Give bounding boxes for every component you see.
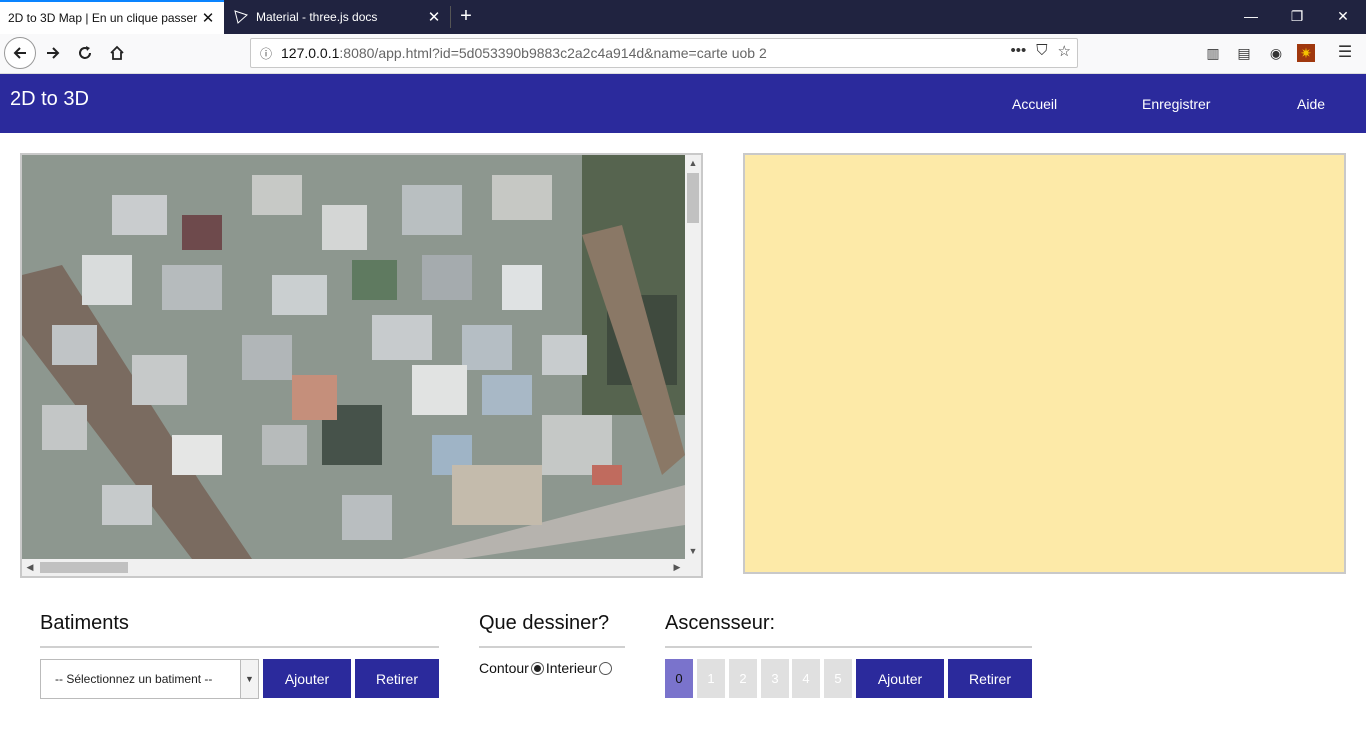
map-panel: ▲ ▼ ◀ ▶: [20, 153, 703, 578]
map-vertical-scrollbar[interactable]: ▲ ▼: [685, 155, 701, 559]
library-icon[interactable]: ▥: [1202, 42, 1224, 64]
app-brand[interactable]: 2D to 3D: [10, 88, 89, 111]
home-icon[interactable]: [102, 38, 132, 68]
ascenseur-divider: [665, 646, 1032, 648]
scroll-corner: [685, 559, 701, 576]
close-window-icon[interactable]: ✕: [1320, 0, 1366, 34]
scroll-left-icon[interactable]: ◀: [22, 559, 38, 576]
tab-title: 2D to 3D Map | En un clique passer: [8, 11, 198, 25]
pocket-icon[interactable]: ⛉: [1036, 42, 1047, 60]
scroll-down-icon[interactable]: ▼: [685, 543, 701, 559]
close-tab-icon[interactable]: ✕: [426, 8, 442, 26]
site-info-icon[interactable]: ⓘ: [251, 45, 281, 62]
nav-aide[interactable]: Aide: [1297, 96, 1325, 112]
add-floor-button[interactable]: Ajouter: [856, 659, 944, 698]
scroll-up-icon[interactable]: ▲: [685, 155, 701, 171]
dessin-options: Contour Interieur: [479, 660, 614, 676]
floor-button-1[interactable]: 1: [697, 659, 725, 698]
dessin-title: Que dessiner?: [479, 612, 610, 634]
interieur-label: Interieur: [545, 660, 598, 676]
tab-title: Material - three.js docs: [256, 10, 378, 24]
dessin-divider: [479, 646, 625, 648]
browser-tab-threejs[interactable]: Material - three.js docs ✕: [226, 0, 450, 34]
url-path: :8080/app.html?id=5d053390b9883c2a2c4a91…: [339, 45, 767, 61]
browser-tab-strip: 2D to 3D Map | En un clique passer ✕ Mat…: [0, 0, 1366, 34]
floor-button-3[interactable]: 3: [761, 659, 789, 698]
remove-batiment-button[interactable]: Retirer: [355, 659, 439, 698]
add-batiment-button[interactable]: Ajouter: [263, 659, 351, 698]
satellite-map-image[interactable]: [22, 155, 685, 559]
interieur-radio[interactable]: [599, 661, 613, 675]
3d-viewer-canvas[interactable]: [743, 153, 1346, 574]
batiment-select[interactable]: -- Sélectionnez un batiment -- ▼: [40, 659, 259, 699]
browser-navigation-bar: ⓘ 127.0.0.1:8080/app.html?id=5d053390b98…: [0, 34, 1366, 74]
scrollbar-thumb[interactable]: [40, 562, 128, 573]
browser-tab-active[interactable]: 2D to 3D Map | En un clique passer ✕: [0, 0, 224, 34]
remove-floor-button[interactable]: Retirer: [948, 659, 1032, 698]
app-header: 2D to 3D Accueil Enregistrer Aide: [0, 74, 1366, 133]
contour-label: Contour: [479, 660, 529, 676]
minimize-icon[interactable]: —: [1228, 0, 1274, 34]
scrollbar-thumb[interactable]: [687, 173, 699, 223]
floor-button-2[interactable]: 2: [729, 659, 757, 698]
ascenseur-title: Ascensseur:: [665, 612, 776, 634]
new-tab-icon[interactable]: +: [455, 4, 477, 30]
sidebar-icon[interactable]: ▤: [1233, 42, 1255, 64]
bookmark-star-icon[interactable]: ☆: [1058, 42, 1071, 60]
threejs-favicon-icon: [234, 10, 248, 24]
forward-arrow-icon[interactable]: [38, 38, 68, 68]
contour-radio[interactable]: [530, 661, 544, 675]
floor-button-0[interactable]: 0: [665, 659, 693, 698]
tab-separator: [450, 6, 451, 28]
hamburger-menu-icon[interactable]: ☰: [1334, 42, 1356, 64]
map-horizontal-scrollbar[interactable]: ◀ ▶: [22, 559, 685, 576]
batiment-select-value: -- Sélectionnez un batiment --: [55, 672, 213, 686]
floor-button-4[interactable]: 4: [792, 659, 820, 698]
url-host: 127.0.0.1: [281, 45, 340, 61]
batiments-title: Batiments: [40, 612, 129, 634]
address-bar[interactable]: ⓘ 127.0.0.1:8080/app.html?id=5d053390b98…: [250, 38, 1078, 68]
account-icon[interactable]: ◉: [1265, 42, 1287, 64]
restore-icon[interactable]: ❐: [1274, 0, 1320, 34]
scroll-right-icon[interactable]: ▶: [669, 559, 685, 576]
close-tab-icon[interactable]: ✕: [200, 9, 216, 27]
reload-icon[interactable]: [70, 38, 100, 68]
nav-enregistrer[interactable]: Enregistrer: [1142, 96, 1210, 112]
extension-icon[interactable]: ✷: [1297, 44, 1315, 62]
chevron-down-icon[interactable]: ▼: [240, 660, 258, 698]
back-arrow-icon[interactable]: [4, 37, 36, 69]
floor-button-5[interactable]: 5: [824, 659, 852, 698]
page-actions-icon[interactable]: •••: [1011, 42, 1027, 60]
batiments-divider: [40, 646, 439, 648]
nav-accueil[interactable]: Accueil: [1012, 96, 1057, 112]
